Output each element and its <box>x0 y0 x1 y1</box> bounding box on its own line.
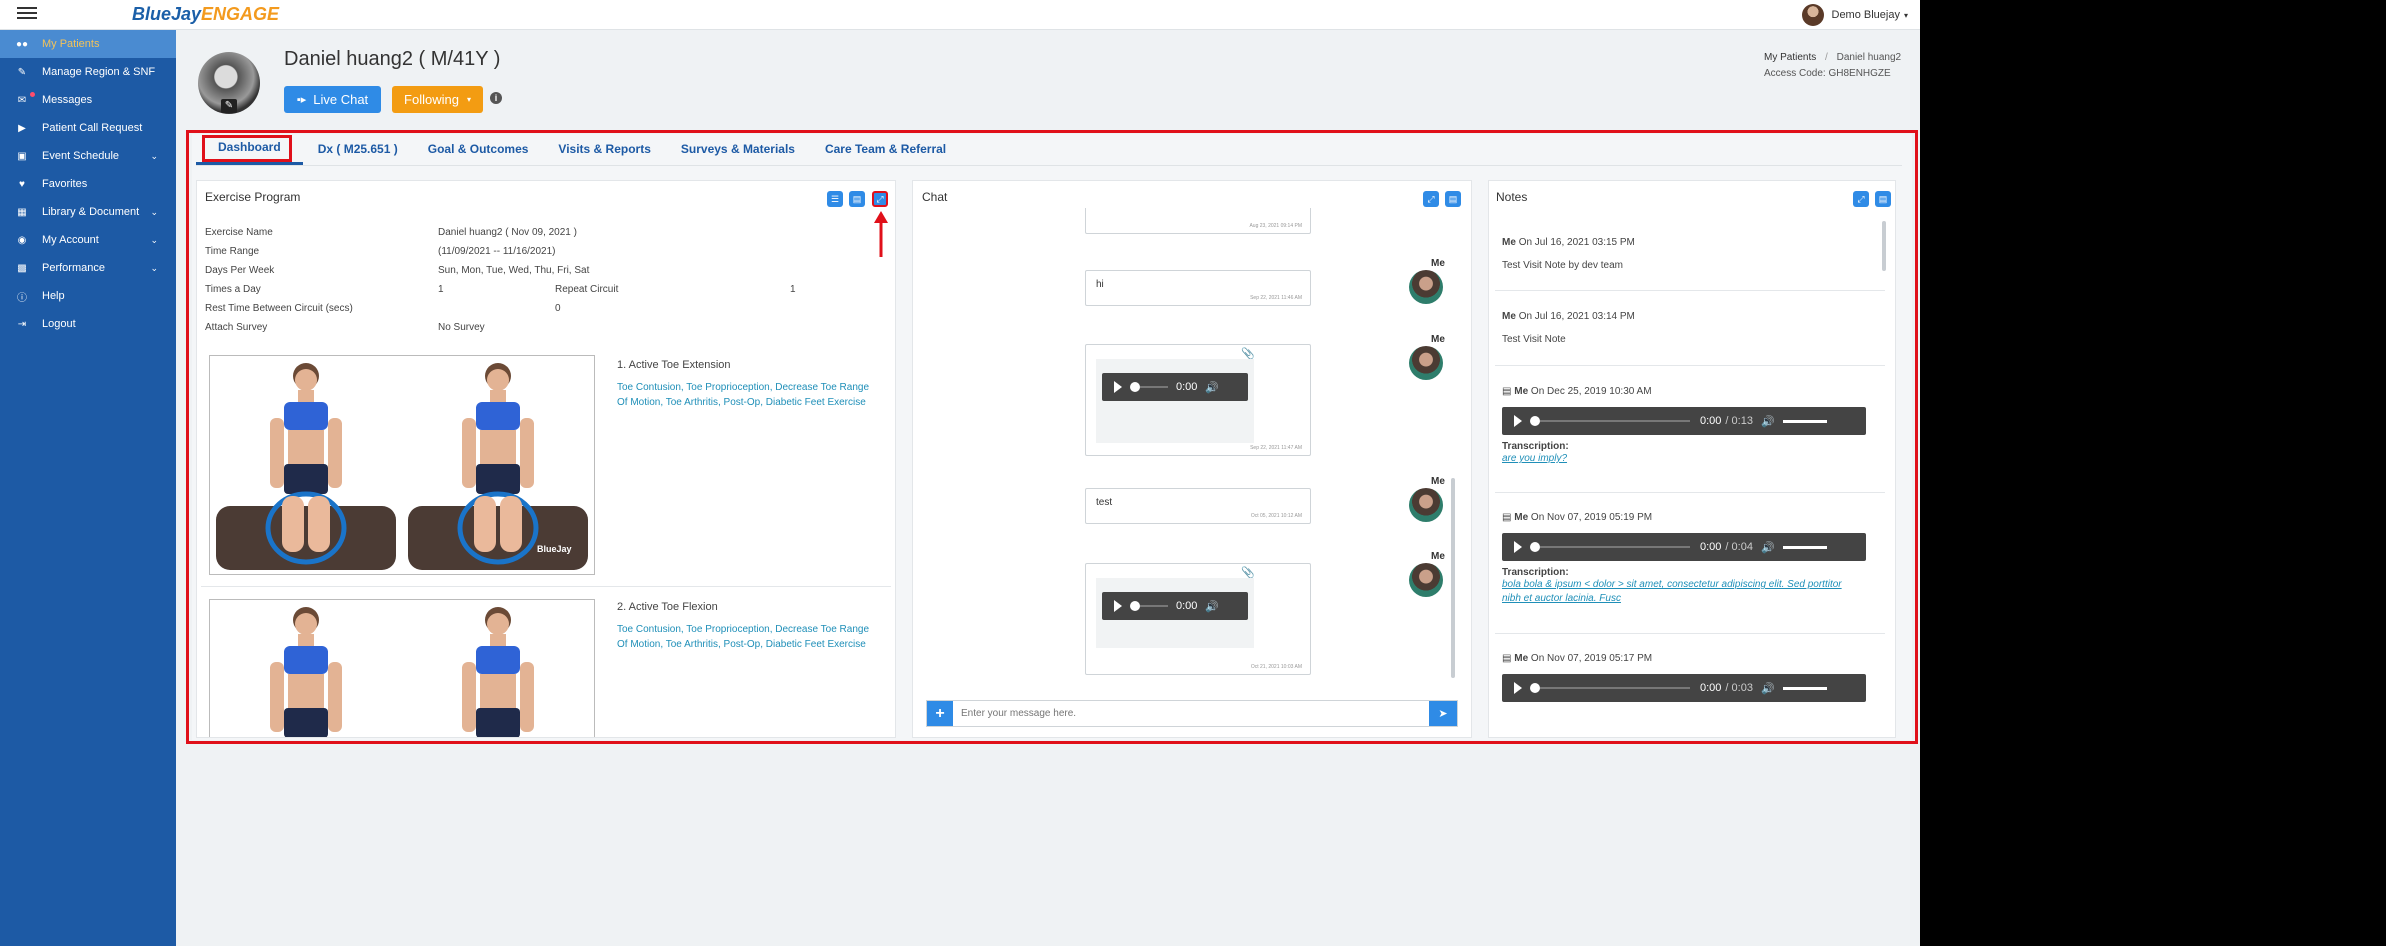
sidebar-item-my-patients[interactable]: ●● My Patients <box>0 30 176 58</box>
live-chat-label: Live Chat <box>313 92 369 107</box>
user-circle-icon: ◉ <box>17 234 27 246</box>
heart-icon: ♥ <box>19 178 25 190</box>
chevron-down-icon: ⌄ <box>150 206 158 217</box>
sidebar-item-library[interactable]: ▦ Library & Document ⌄ <box>0 198 176 226</box>
info-icon: ⓘ <box>17 292 27 304</box>
user-menu[interactable]: Demo Bluejay ▾ <box>1801 2 1908 28</box>
chevron-down-icon: ⌄ <box>150 262 158 273</box>
sidebar-item-messages[interactable]: ✉ Messages <box>0 86 176 114</box>
chat-icon: ✉ <box>17 94 27 106</box>
top-bar: BlueJayENGAGE Demo Bluejay ▾ <box>0 0 1920 30</box>
logout-icon: ⇥ <box>17 318 27 330</box>
info-icon[interactable]: i <box>490 92 502 104</box>
app-window: BlueJayENGAGE Demo Bluejay ▾ ●● My Patie… <box>0 0 1920 946</box>
patient-name: Daniel huang2 ( M/41Y ) <box>284 48 501 70</box>
chevron-down-icon: ⌄ <box>150 150 158 161</box>
sidebar-item-label: Event Schedule <box>42 150 120 162</box>
chevron-down-icon: ⌄ <box>150 234 158 245</box>
sidebar-item-event-schedule[interactable]: ▣ Event Schedule ⌄ <box>0 142 176 170</box>
sidebar-item-performance[interactable]: ▩ Performance ⌄ <box>0 254 176 282</box>
sidebar-item-label: Favorites <box>42 178 88 190</box>
edit-photo-icon[interactable]: ✎ <box>221 99 237 113</box>
breadcrumb-separator: / <box>1825 52 1828 63</box>
caret-down-icon: ▾ <box>1903 10 1908 20</box>
sidebar-item-favorites[interactable]: ♥ Favorites <box>0 170 176 198</box>
users-icon: ●● <box>15 38 29 50</box>
unread-badge <box>30 92 35 97</box>
following-label: Following <box>404 92 459 107</box>
video-icon: ▶ <box>18 122 26 134</box>
user-avatar <box>1801 4 1824 26</box>
breadcrumb: My Patients / Daniel huang2 <box>1764 52 1901 63</box>
sidebar: ●● My Patients ✎ Manage Region & SNF ✉ M… <box>0 30 176 946</box>
sidebar-item-label: My Account <box>42 234 99 246</box>
user-name: Demo Bluejay <box>1831 9 1900 21</box>
sidebar-item-label: Manage Region & SNF <box>42 66 156 78</box>
chart-icon: ▩ <box>17 262 27 274</box>
red-highlight-frame <box>186 130 1918 744</box>
book-icon: ▦ <box>17 206 27 218</box>
live-chat-button[interactable]: ▪▸ Live Chat <box>284 86 381 113</box>
sidebar-item-patient-call-request[interactable]: ▶ Patient Call Request <box>0 114 176 142</box>
sidebar-item-help[interactable]: ⓘ Help <box>0 282 176 310</box>
sidebar-item-my-account[interactable]: ◉ My Account ⌄ <box>0 226 176 254</box>
caret-down-icon: ▾ <box>466 95 471 104</box>
sidebar-item-label: Patient Call Request <box>42 122 143 134</box>
following-button[interactable]: Following ▾ <box>392 86 483 113</box>
sidebar-item-logout[interactable]: ⇥ Logout <box>0 310 176 338</box>
hamburger-menu-icon[interactable] <box>17 4 37 24</box>
access-code: Access Code: GH8ENHGZE <box>1764 68 1891 79</box>
edit-icon: ✎ <box>17 66 27 78</box>
breadcrumb-current: Daniel huang2 <box>1836 52 1902 63</box>
video-camera-icon: ▪▸ <box>296 94 307 106</box>
breadcrumb-my-patients[interactable]: My Patients <box>1764 52 1816 63</box>
sidebar-item-label: My Patients <box>42 38 100 50</box>
sidebar-item-label: Messages <box>42 94 93 106</box>
sidebar-item-label: Logout <box>42 318 76 330</box>
sidebar-item-label: Performance <box>42 262 105 274</box>
calendar-icon: ▣ <box>17 150 27 162</box>
brand-logo: BlueJayENGAGE <box>132 4 280 24</box>
sidebar-item-manage-region[interactable]: ✎ Manage Region & SNF <box>0 58 176 86</box>
sidebar-item-label: Help <box>42 290 65 302</box>
sidebar-item-label: Library & Document <box>42 206 140 218</box>
